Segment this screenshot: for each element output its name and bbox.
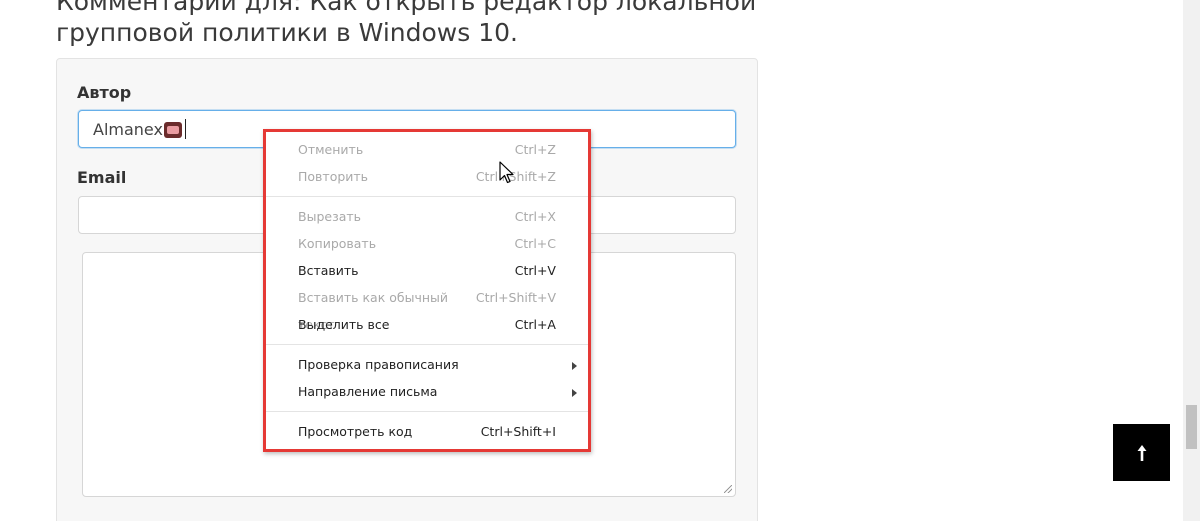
menu-item[interactable]: Выделить все Ctrl+A: [266, 311, 588, 338]
author-label: Автор: [77, 83, 132, 102]
menu-separator: [266, 344, 588, 345]
menu-item[interactable]: Вставить как обычный текст Ctrl+Shift+V: [266, 284, 588, 332]
submenu-arrow-icon: [572, 389, 577, 397]
menu-item-shortcut: Ctrl+X: [514, 209, 556, 224]
menu-item[interactable]: Просмотреть код Ctrl+Shift+I: [266, 418, 588, 445]
menu-item[interactable]: Копировать Ctrl+C: [266, 230, 588, 257]
back-to-top-button[interactable]: [1113, 424, 1170, 481]
menu-item-label: Отменить: [298, 142, 364, 157]
menu-item-label: Просмотреть код: [298, 424, 413, 439]
menu-item-shortcut: Ctrl+C: [514, 236, 556, 251]
scrollbar-thumb[interactable]: [1186, 405, 1197, 449]
page: Комментарий для: Как открыть редактор ло…: [0, 0, 1200, 521]
menu-item[interactable]: Вырезать Ctrl+X: [266, 203, 588, 230]
context-menu: Отменить Ctrl+Z Повторить Ctrl+Shift+Z Вырез…: [263, 129, 591, 452]
menu-separator: [266, 411, 588, 412]
mouse-cursor-icon: [499, 161, 514, 184]
menu-item-label: Копировать: [298, 236, 377, 251]
resize-grip-icon[interactable]: [724, 485, 732, 493]
emoji-icon: [163, 122, 182, 138]
email-label: Email: [77, 168, 127, 187]
menu-item[interactable]: Отменить Ctrl+Z: [266, 136, 588, 163]
menu-item-shortcut: Ctrl+Shift+I: [480, 424, 556, 439]
menu-item[interactable]: Вставить Ctrl+V: [266, 257, 588, 284]
menu-item[interactable]: Повторить Ctrl+Shift+Z: [266, 163, 588, 190]
submenu-arrow-icon: [572, 362, 577, 370]
menu-item-label: Вставить: [298, 263, 359, 278]
text-caret: [184, 119, 186, 139]
page-title: Комментарий для: Как открыть редактор ло…: [56, 0, 776, 48]
arrow-up-icon: [1137, 444, 1146, 461]
menu-item-shortcut: Ctrl+Z: [514, 142, 556, 157]
menu-item[interactable]: Направление письма: [266, 378, 588, 405]
menu-item-shortcut: Ctrl+Shift+V: [475, 290, 556, 305]
author-input-value: Almanex: [93, 119, 163, 139]
scrollbar[interactable]: [1183, 0, 1200, 521]
menu-item-shortcut: Ctrl+A: [514, 317, 556, 332]
page-title-line-1: Комментарий для: Как открыть редактор ло…: [56, 0, 757, 16]
menu-item-label: Направление письма: [298, 384, 438, 399]
menu-item-shortcut: Ctrl+V: [514, 263, 556, 278]
menu-item-label: Повторить: [298, 169, 369, 184]
page-title-line-2: групповой политики в Windows 10.: [56, 18, 518, 47]
menu-separator: [266, 196, 588, 197]
menu-item-label: Вставить как обычный текст: [298, 290, 449, 332]
menu-item-label: Выделить все: [298, 317, 390, 332]
menu-item-label: Вырезать: [298, 209, 362, 224]
menu-item[interactable]: Проверка правописания: [266, 351, 588, 378]
menu-item-label: Проверка правописания: [298, 357, 459, 372]
